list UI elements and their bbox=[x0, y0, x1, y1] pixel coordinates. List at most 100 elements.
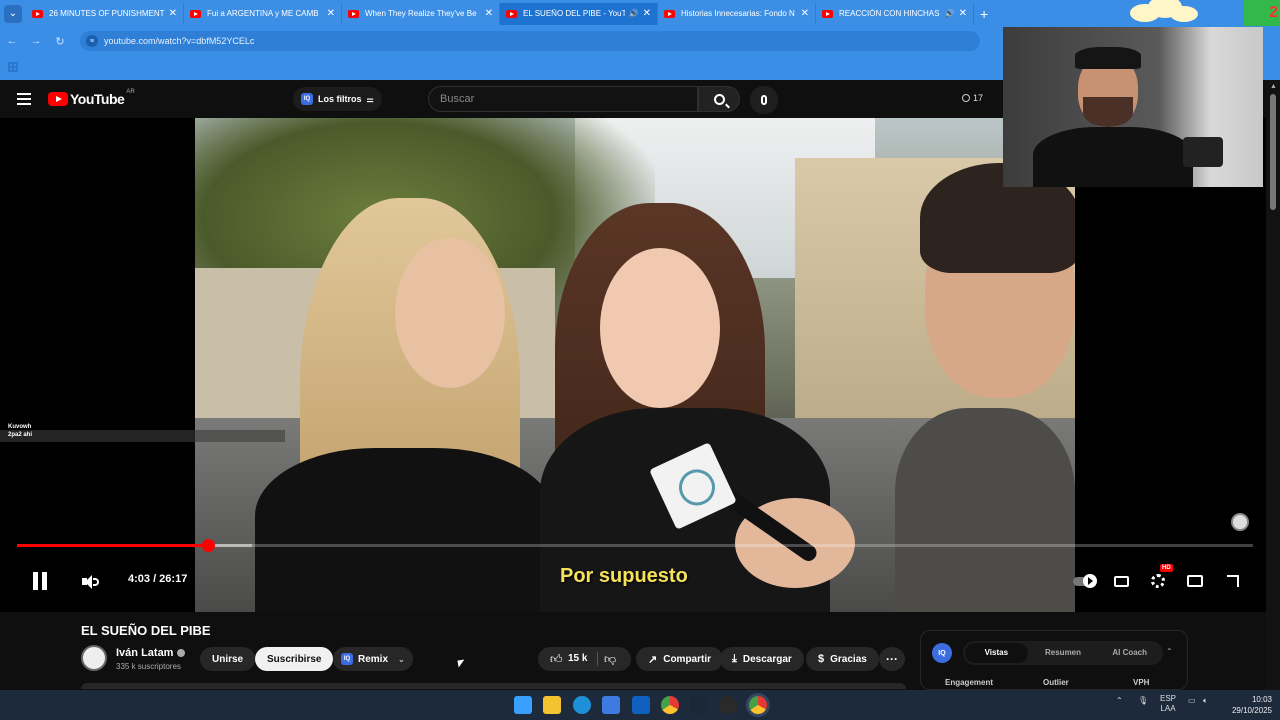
settings-button[interactable] bbox=[1147, 571, 1169, 591]
download-button[interactable]: ⤓ Descargar bbox=[720, 647, 804, 671]
tray-microphone-icon[interactable]: 🎙︎ bbox=[1138, 696, 1148, 705]
menu-icon[interactable] bbox=[17, 93, 31, 105]
edge-browser-icon[interactable] bbox=[573, 696, 591, 714]
windows-taskbar: ⌃ 🎙︎ ESP LAA ▭ 🔈︎ bbox=[0, 690, 1280, 720]
store-icon[interactable] bbox=[602, 696, 620, 714]
speaker-icon[interactable]: 🔊 bbox=[945, 9, 955, 18]
youtube-play-icon bbox=[48, 92, 68, 106]
thumbs-up-icon[interactable]: 👍︎ bbox=[550, 652, 563, 667]
progress-bar[interactable] bbox=[17, 539, 1253, 552]
language-code: ESP bbox=[1160, 694, 1177, 703]
clock-icon bbox=[962, 94, 970, 102]
join-button[interactable]: Unirse bbox=[200, 647, 256, 671]
fullscreen-button[interactable] bbox=[1222, 571, 1244, 591]
description-box[interactable] bbox=[81, 683, 906, 689]
subscribe-button[interactable]: Suscribirse bbox=[255, 647, 334, 671]
browser-tab[interactable]: REACCIÓN CON HINCHAS 🔊 ✕ bbox=[816, 2, 974, 25]
video-player[interactable]: Por supuesto Kuvowh 2pa2 ahí 4:03 / 26:1… bbox=[0, 118, 1266, 612]
miniplayer-icon bbox=[1187, 575, 1203, 587]
youtube-favicon-icon bbox=[822, 9, 833, 18]
youtube-wordmark: YouTube bbox=[70, 91, 125, 107]
subtitles-button[interactable] bbox=[1110, 571, 1132, 591]
browser-tab[interactable]: Fui a ARGENTINA y ME CAMB ✕ bbox=[184, 2, 342, 25]
reload-icon[interactable]: ↻ bbox=[48, 35, 72, 48]
iq-tab-summary[interactable]: Resumen bbox=[1032, 643, 1095, 663]
apps-grid-icon[interactable] bbox=[8, 62, 18, 72]
video-frame[interactable]: Por supuesto bbox=[195, 118, 1075, 612]
download-icon: ⤓ bbox=[732, 652, 737, 665]
subscriber-count: 335 k suscriptores bbox=[116, 662, 181, 671]
scrollbar-thumb[interactable] bbox=[1270, 94, 1276, 210]
windows-start-icon[interactable] bbox=[514, 696, 532, 714]
tab-counter-badge[interactable]: 2 bbox=[1244, 0, 1280, 26]
youtube-logo[interactable]: YouTube AR bbox=[48, 89, 135, 107]
voice-search-button[interactable] bbox=[750, 86, 778, 114]
captions-icon bbox=[1113, 575, 1129, 587]
chrome-active-icon[interactable] bbox=[749, 696, 767, 714]
clock-date: 29/10/2025 bbox=[1231, 706, 1272, 715]
browser-tab[interactable]: Historias Innecesarias: Fondo N ✕ bbox=[658, 2, 816, 25]
tray-chevron-up-icon[interactable]: ⌃ bbox=[1116, 696, 1123, 705]
browser-tab[interactable]: 26 MINUTES OF PUNISHMENT ✕ bbox=[26, 2, 184, 25]
video-title: EL SUEÑO DEL PIBE bbox=[81, 623, 211, 638]
more-actions-button[interactable]: ··· bbox=[879, 647, 905, 671]
iq-tab-views[interactable]: Vistas bbox=[965, 643, 1028, 663]
close-tab-icon[interactable]: ✕ bbox=[327, 8, 335, 19]
steam-icon[interactable] bbox=[690, 696, 708, 714]
chevron-down-icon: ⌄ bbox=[398, 654, 405, 664]
pause-button[interactable] bbox=[32, 572, 48, 590]
channel-name-text: Iván Latam bbox=[116, 647, 174, 659]
site-info-icon[interactable]: ≡ bbox=[86, 35, 98, 47]
close-tab-icon[interactable]: ✕ bbox=[801, 8, 809, 19]
tab-search-button[interactable]: ⌄ bbox=[4, 4, 22, 23]
share-button[interactable]: ↗ Compartir bbox=[636, 647, 724, 671]
close-tab-icon[interactable]: ✕ bbox=[485, 8, 493, 19]
url-input[interactable]: ≡ youtube.com/watch?v=dbfM52YCELc bbox=[80, 31, 980, 51]
like-count[interactable]: 15 k bbox=[568, 653, 587, 664]
tab-title: REACCIÓN CON HINCHAS bbox=[839, 9, 940, 18]
new-tab-button[interactable]: + bbox=[980, 6, 988, 22]
obs-icon[interactable] bbox=[719, 696, 737, 714]
thanks-button[interactable]: $ Gracias bbox=[806, 647, 879, 671]
autoplay-toggle[interactable] bbox=[1072, 571, 1097, 591]
subscribe-label: Suscribirse bbox=[267, 653, 322, 665]
language-indicator[interactable]: ESP LAA bbox=[1160, 694, 1176, 714]
iq-column-outlier: Outlier bbox=[1043, 678, 1069, 687]
page-scrollbar[interactable]: ▲ bbox=[1266, 80, 1280, 690]
miniplayer-button[interactable] bbox=[1184, 571, 1206, 591]
close-tab-icon[interactable]: ✕ bbox=[643, 8, 651, 19]
chrome-icon[interactable] bbox=[661, 696, 679, 714]
remix-button[interactable]: IQ Remix ⌄ bbox=[333, 647, 413, 671]
channel-watermark-icon[interactable] bbox=[1231, 513, 1249, 531]
browser-tab-active[interactable]: EL SUEÑO DEL PIBE - YouTu 🔊 ✕ bbox=[500, 2, 658, 25]
filters-label: Los filtros bbox=[318, 94, 362, 104]
chevron-up-icon[interactable]: ⌃ bbox=[1166, 647, 1173, 656]
close-tab-icon[interactable]: ✕ bbox=[959, 8, 967, 19]
video-subtitle: Por supuesto bbox=[560, 565, 688, 587]
microphone-icon bbox=[761, 95, 767, 105]
search-icon bbox=[713, 93, 725, 105]
back-icon[interactable]: ← bbox=[0, 35, 24, 47]
iq-tab-ai-coach[interactable]: AI Coach bbox=[1098, 643, 1161, 663]
youtube-favicon-icon bbox=[32, 9, 43, 18]
search-button[interactable] bbox=[698, 86, 740, 112]
network-icon[interactable]: ▭ bbox=[1188, 696, 1196, 705]
channel-name[interactable]: Iván Latam bbox=[116, 647, 186, 659]
volume-button[interactable] bbox=[82, 574, 100, 590]
taskbar-clock[interactable]: 10:03 29/10/2025 bbox=[1224, 694, 1272, 716]
file-explorer-icon[interactable] bbox=[543, 696, 561, 714]
search-input[interactable]: Buscar bbox=[428, 86, 698, 112]
volume-icon[interactable]: 🔈︎ bbox=[1203, 696, 1208, 706]
youtube-favicon-icon bbox=[506, 9, 517, 18]
outlook-icon[interactable] bbox=[632, 696, 650, 714]
chat-username: Kuvowh bbox=[8, 424, 32, 430]
scroll-up-icon[interactable]: ▲ bbox=[1270, 83, 1277, 90]
channel-avatar[interactable] bbox=[81, 645, 107, 671]
close-tab-icon[interactable]: ✕ bbox=[169, 8, 177, 19]
header-counter[interactable]: 17 bbox=[962, 93, 983, 103]
thumbs-down-icon[interactable]: 👎︎ bbox=[604, 652, 616, 667]
browser-tab[interactable]: When They Realize They've Be ✕ bbox=[342, 2, 500, 25]
filters-button[interactable]: IQ Los filtros ⚌ bbox=[293, 87, 382, 111]
speaker-icon[interactable]: 🔊 bbox=[629, 9, 639, 18]
forward-icon[interactable]: → bbox=[24, 35, 48, 47]
